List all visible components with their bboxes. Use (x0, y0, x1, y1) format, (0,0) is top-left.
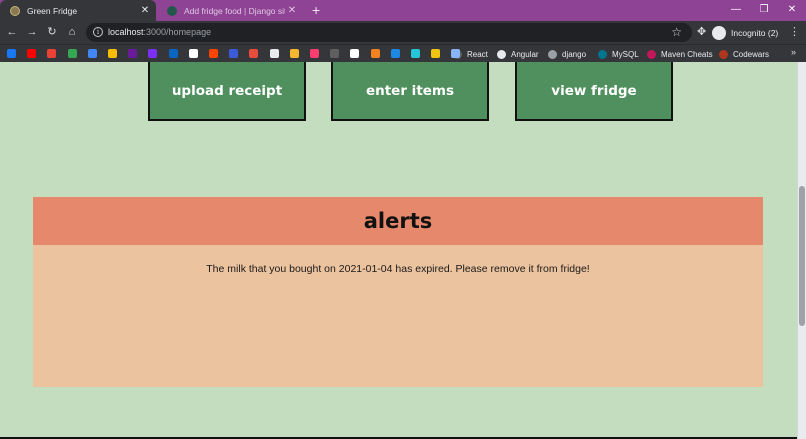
incognito-avatar-icon (712, 25, 726, 40)
bookmark-favicon-icon[interactable] (330, 49, 340, 58)
bookmark-favicon-icon[interactable] (229, 49, 239, 58)
bookmark-favicon-icon[interactable] (168, 49, 178, 58)
bookmark-favicon-icon[interactable] (108, 49, 117, 58)
bookmark-favicon-icon[interactable] (188, 49, 198, 58)
bookmarks-bar: React Angular django MySQL Maven Cheats … (0, 44, 806, 62)
url-path: :3000/homepage (143, 27, 212, 37)
bookmark-label: React (467, 49, 488, 59)
view-fridge-label: view fridge (551, 82, 637, 99)
tab-close-icon[interactable]: ✕ (138, 5, 152, 16)
bookmark-favicon-icon[interactable] (148, 49, 158, 58)
upload-receipt-button[interactable]: upload receipt (148, 62, 306, 121)
bookmark-django[interactable]: django (548, 47, 586, 61)
bookmark-favicon-icon[interactable] (47, 49, 57, 58)
mysql-icon (598, 49, 607, 59)
bookmark-label: Codewars (733, 49, 770, 59)
bookmark-favicon-icon[interactable] (390, 49, 400, 58)
bookmark-maven-cheats[interactable]: Maven Cheats (647, 47, 713, 61)
bookmark-favicon-icon[interactable] (289, 49, 299, 58)
bookmark-favicon-icon[interactable] (411, 49, 420, 58)
bookmark-favicon-icon[interactable] (249, 49, 259, 58)
bookmark-favicon-icon[interactable] (128, 49, 138, 58)
angular-icon (497, 49, 506, 59)
django-favicon-icon (167, 5, 177, 16)
reload-icon[interactable]: ↻ (43, 24, 61, 41)
new-tab-icon[interactable]: + (312, 0, 320, 21)
alerts-header: alerts (33, 197, 763, 245)
bookmark-favicon-icon[interactable] (67, 49, 77, 58)
tab-django-admin[interactable]: Add fridge food | Django site ad ✕ (157, 0, 303, 21)
bookmark-angular[interactable]: Angular (497, 47, 539, 61)
window-close-icon[interactable]: ✕ (778, 0, 806, 21)
more-bookmarks-icon[interactable]: » (791, 47, 796, 57)
bookmark-favicon-icon[interactable] (370, 49, 380, 58)
incognito-label: Incognito (2) (731, 27, 779, 38)
bookmark-favicon-icon[interactable] (27, 49, 37, 58)
bookmark-label: Maven Cheats (661, 49, 713, 59)
alerts-panel: The milk that you bought on 2021-01-04 h… (33, 245, 763, 387)
forward-icon[interactable]: → (23, 24, 41, 41)
url-host: localhost (108, 27, 144, 37)
codewars-icon (719, 49, 728, 59)
bookmark-favicon-icon[interactable] (431, 49, 441, 58)
alert-message: The milk that you bought on 2021-01-04 h… (206, 263, 590, 275)
address-bar[interactable]: i localhost:3000/homepage ☆ (86, 23, 692, 42)
bookmark-favicon-icon[interactable] (87, 49, 97, 58)
bookmark-star-icon[interactable]: ☆ (671, 25, 682, 39)
tab-title: Green Fridge (27, 5, 78, 16)
bookmark-favicon-icon[interactable] (269, 49, 279, 58)
tab-green-fridge[interactable]: Green Fridge ✕ (0, 0, 156, 21)
bookmark-label: Angular (511, 49, 539, 59)
bookmark-codewars[interactable]: Codewars (719, 47, 769, 61)
browser-menu-icon[interactable]: ⋮ (789, 25, 800, 38)
enter-items-button[interactable]: enter items (331, 62, 489, 121)
page-scrollbar[interactable] (797, 62, 806, 439)
tab-strip: Green Fridge ✕ Add fridge food | Django … (0, 0, 806, 21)
view-fridge-button[interactable]: view fridge (515, 62, 673, 121)
alerts-heading: alerts (363, 209, 433, 233)
bookmark-favicon-icon[interactable] (350, 49, 360, 58)
url-text[interactable]: localhost:3000/homepage (108, 27, 211, 37)
bookmark-label: MySQL (612, 49, 639, 59)
green-fridge-favicon-icon (10, 5, 20, 16)
bookmark-favicon-icon[interactable] (209, 49, 218, 58)
browser-toolbar: ← → ↻ ⌂ i localhost:3000/homepage ☆ ✥ In… (0, 21, 806, 44)
bookmark-favicon-icon[interactable] (310, 49, 319, 58)
minimize-icon[interactable]: — (722, 0, 750, 21)
bookmark-label: django (562, 49, 587, 59)
tab-title: Add fridge food | Django site ad (184, 5, 285, 16)
upload-receipt-label: upload receipt (171, 82, 283, 99)
maven-icon (647, 49, 656, 59)
back-icon[interactable]: ← (3, 24, 21, 41)
page-viewport: upload receipt enter items view fridge a… (0, 62, 797, 439)
enter-items-label: enter items (365, 82, 455, 99)
extensions-puzzle-icon[interactable]: ✥ (697, 25, 706, 38)
restore-icon[interactable]: ❐ (750, 0, 778, 21)
home-icon[interactable]: ⌂ (63, 24, 81, 41)
incognito-profile-button[interactable]: Incognito (2) (712, 24, 778, 41)
scrollbar-thumb[interactable] (799, 186, 805, 326)
django-icon (548, 49, 557, 59)
bookmark-mysql[interactable]: MySQL (598, 47, 639, 61)
site-info-icon[interactable]: i (93, 27, 103, 37)
bookmark-favicon-icon[interactable] (451, 49, 461, 58)
bookmark-favicon-icon[interactable] (7, 49, 16, 58)
tab-close-icon[interactable]: ✕ (285, 5, 299, 16)
